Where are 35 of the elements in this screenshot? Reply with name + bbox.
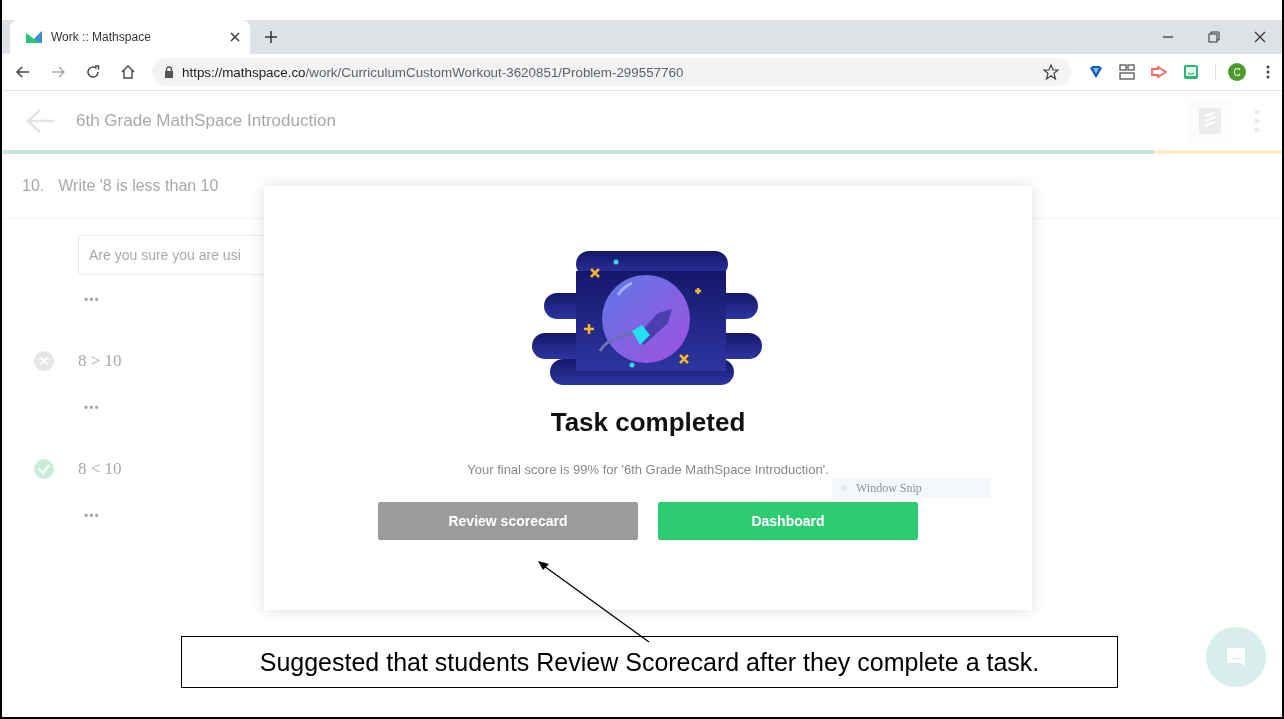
score-message: Your final score is 99% for '6th Grade MathSpace Introduction'.: [467, 462, 829, 477]
more-dots[interactable]: •••: [84, 401, 100, 415]
url-text: https://mathspace.co/work/CurriculumCustomWorkout-3620851/Problem-299557760: [182, 64, 684, 80]
more-dots[interactable]: •••: [84, 293, 100, 307]
star-icon[interactable]: [1043, 64, 1059, 80]
close-icon[interactable]: [1254, 31, 1266, 43]
dialog-button[interactable]: Dashboard: [658, 502, 918, 540]
question-number: 10.: [22, 177, 45, 195]
chat-bubble-icon: [1226, 647, 1246, 667]
diamond-icon[interactable]: [1089, 65, 1103, 79]
page-title: 6th Grade MathSpace Introduction: [76, 111, 336, 131]
dialog-button[interactable]: Review scorecard: [378, 502, 638, 540]
smiley-square-icon[interactable]: [1183, 64, 1199, 80]
math-expression: 8 > 10: [78, 351, 122, 371]
back-arrow-icon[interactable]: [16, 66, 30, 78]
math-expression: 8 < 10: [78, 459, 122, 479]
tab-title: Work :: Mathspace: [51, 30, 151, 44]
logo-icon: [26, 31, 42, 43]
arrow-shape-icon[interactable]: [1151, 66, 1167, 78]
grid-icon[interactable]: [1119, 64, 1135, 80]
dialog-title: Task completed: [550, 407, 746, 438]
lock-icon: [164, 66, 174, 78]
home-icon[interactable]: [121, 65, 135, 79]
menu-icon[interactable]: [1266, 65, 1270, 79]
more-dots[interactable]: •••: [84, 509, 100, 523]
restore-icon[interactable]: [1208, 31, 1220, 43]
browser-tab[interactable]: Work :: Mathspace: [10, 20, 250, 54]
callout-note: Suggested that students Review Scorecard after they complete a task.: [181, 636, 1118, 688]
close-icon[interactable]: [230, 32, 240, 42]
question-text: Write '8 is less than 10: [58, 177, 219, 195]
reload-icon[interactable]: [86, 65, 100, 79]
tooltip-label: Window Snip: [856, 480, 922, 496]
plus-icon[interactable]: [264, 30, 278, 44]
address-bar[interactable]: https://mathspace.co/work/CurriculumCustomWorkout-3620851/Problem-299557760: [152, 58, 1071, 86]
profile-avatar[interactable]: C: [1228, 63, 1246, 81]
